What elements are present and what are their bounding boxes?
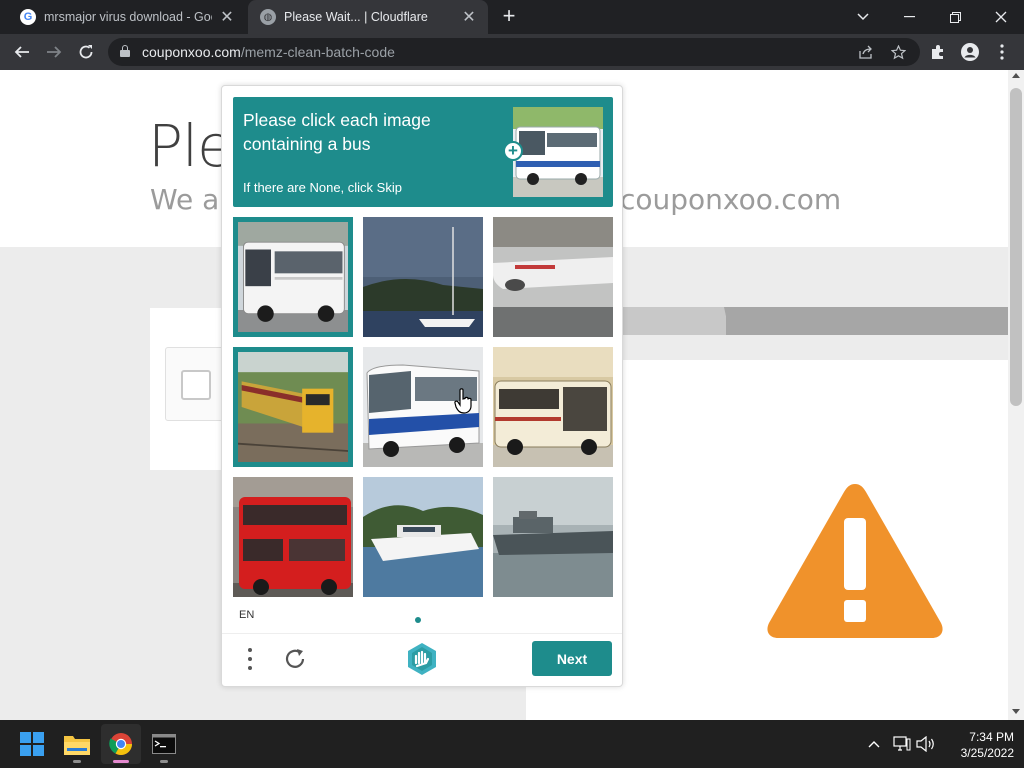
address-bar[interactable]: couponxoo.com/memz-clean-batch-code — [108, 38, 920, 66]
extensions-puzzle-icon[interactable] — [924, 38, 952, 66]
windows-taskbar: 7:34 PM 3/25/2022 — [0, 720, 1024, 768]
captcha-skip-hint: If there are None, click Skip — [243, 180, 402, 195]
tab-google-search[interactable]: G mrsmajor virus download - Goog ✕ — [8, 0, 246, 34]
url-path: /memz-clean-batch-code — [240, 44, 395, 60]
reload-button[interactable] — [72, 38, 100, 66]
captcha-refresh-icon[interactable] — [282, 646, 308, 672]
captcha-image-7-red-double-decker-bus[interactable] — [233, 477, 353, 597]
captcha-language-label[interactable]: EN — [239, 609, 254, 621]
page-subtitle-start: We ar — [150, 183, 231, 216]
google-icon: G — [20, 9, 36, 25]
new-tab-button[interactable]: + — [497, 5, 521, 29]
browser-toolbar: couponxoo.com/memz-clean-batch-code — [0, 34, 1024, 70]
profile-avatar-icon[interactable] — [956, 38, 984, 66]
url-text[interactable]: couponxoo.com/memz-clean-batch-code — [142, 44, 395, 60]
tab-title: mrsmajor virus download - Goog — [44, 10, 212, 24]
captcha-image-1-white-bus[interactable] — [233, 217, 353, 337]
globe-icon: ◍ — [260, 9, 276, 25]
show-hidden-icons-chevron-icon[interactable] — [864, 734, 884, 754]
tab-close-icon[interactable]: ✕ — [218, 8, 236, 26]
page-title: Ple — [148, 112, 233, 180]
file-explorer-icon[interactable] — [57, 724, 97, 764]
forward-button[interactable] — [40, 38, 68, 66]
page-scrollbar[interactable] — [1008, 70, 1024, 720]
hcaptcha-logo-icon[interactable] — [405, 642, 439, 676]
human-check-checkbox[interactable] — [181, 370, 211, 400]
captcha-footer-divider — [222, 633, 622, 634]
captcha-page-dot — [415, 617, 421, 623]
clock-time: 7:34 PM — [969, 730, 1014, 744]
bookmark-star-icon[interactable] — [888, 42, 908, 62]
scroll-thumb[interactable] — [1010, 88, 1022, 406]
tab-cloudflare[interactable]: ◍ Please Wait... | Cloudflare ✕ — [248, 0, 488, 34]
network-icon[interactable] — [892, 734, 912, 754]
tab-title: Please Wait... | Cloudflare — [284, 10, 428, 24]
captcha-image-9-ship[interactable] — [493, 477, 613, 597]
captcha-image-6-cream-bus[interactable] — [493, 347, 613, 467]
progress-strip-segment — [620, 307, 726, 335]
minimize-button[interactable] — [886, 0, 932, 34]
share-icon[interactable] — [856, 42, 876, 62]
clock-date: 3/25/2022 — [960, 746, 1014, 760]
restore-button[interactable] — [932, 0, 978, 34]
tab-close-icon[interactable]: ✕ — [460, 8, 478, 26]
captcha-menu-kebab-icon[interactable] — [240, 646, 260, 672]
captcha-challenge-dialog: Please click each image containing a bus… — [221, 85, 623, 687]
terminal-icon[interactable] — [144, 724, 184, 764]
page-subtitle-domain: couponxoo.com — [620, 183, 842, 216]
captcha-example-image[interactable] — [513, 107, 603, 197]
back-button[interactable] — [8, 38, 36, 66]
tab-search-chevron-icon[interactable] — [840, 0, 886, 34]
warning-triangle-icon — [767, 484, 943, 638]
captcha-prompt-text: Please click each image containing a bus — [243, 110, 431, 154]
scroll-up-arrow-icon[interactable] — [1012, 73, 1020, 78]
captcha-image-8-yacht[interactable] — [363, 477, 483, 597]
captcha-image-4-train[interactable] — [233, 347, 353, 467]
captcha-image-3-airplane[interactable] — [493, 217, 613, 337]
windows-start-icon[interactable] — [12, 724, 52, 764]
url-domain: couponxoo.com — [142, 44, 241, 60]
close-window-button[interactable] — [978, 0, 1024, 34]
chrome-icon[interactable] — [101, 724, 141, 764]
system-clock[interactable]: 7:34 PM 3/25/2022 — [944, 729, 1014, 761]
captcha-image-2-sailboat[interactable] — [363, 217, 483, 337]
captcha-next-button[interactable]: Next — [532, 641, 612, 676]
expand-example-plus-icon[interactable]: + — [503, 141, 523, 161]
hand-cursor-icon — [454, 388, 472, 414]
tab-strip: G mrsmajor virus download - Goog ✕ ◍ Ple… — [0, 0, 1024, 34]
browser-menu-kebab-icon[interactable] — [988, 38, 1016, 66]
lock-icon[interactable] — [120, 45, 130, 57]
captcha-prompt-header: Please click each image containing a bus… — [233, 97, 613, 207]
scroll-down-arrow-icon[interactable] — [1012, 709, 1020, 714]
volume-icon[interactable] — [916, 734, 936, 754]
